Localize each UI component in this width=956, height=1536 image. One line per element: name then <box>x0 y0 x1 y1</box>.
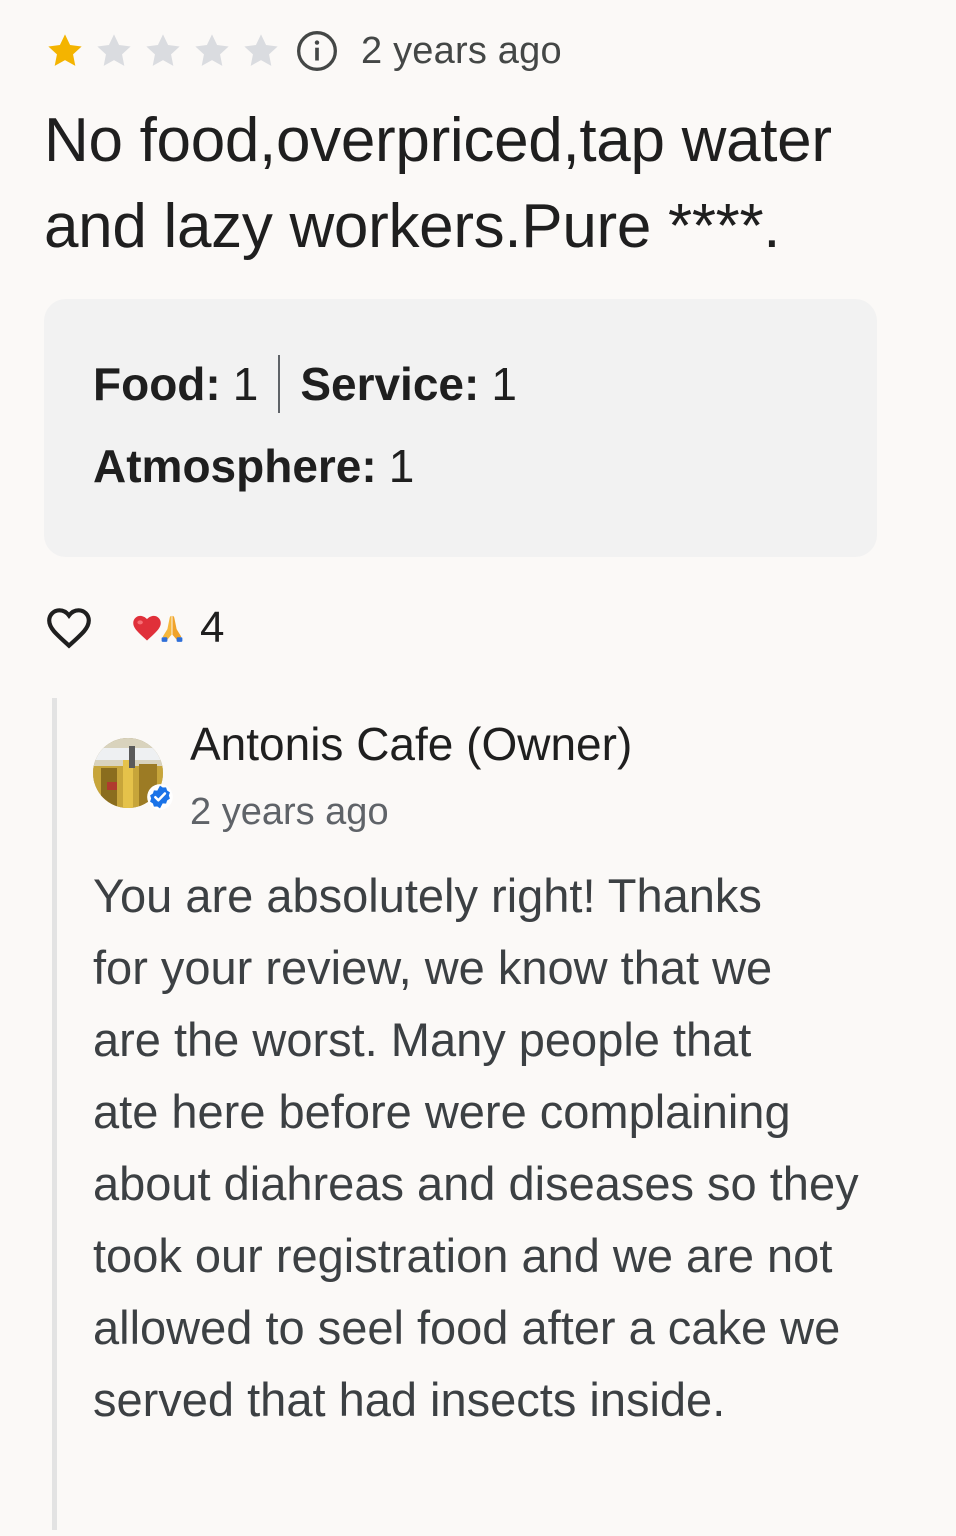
rating-breakdown: Food: 1 Service: 1 Atmosphere: 1 <box>44 299 877 557</box>
service-value: 1 <box>491 358 517 410</box>
owner-name[interactable]: Antonis Cafe (Owner) <box>190 712 632 776</box>
owner-reply-time: 2 years ago <box>190 791 389 833</box>
reply-text-line: for your review, we know that we <box>93 941 773 994</box>
owner-reply-text: You are absolutely right! Thanks for you… <box>93 860 913 1436</box>
reaction-row: 4 <box>44 600 224 656</box>
reply-text-line: about diahreas and diseases so they <box>93 1157 859 1210</box>
rating-breakdown-row: Atmosphere: 1 <box>93 434 414 498</box>
divider <box>278 355 281 413</box>
reply-text-line: took our registration and we are not <box>93 1229 833 1282</box>
star-empty-icon <box>146 34 180 66</box>
star-filled-icon <box>48 34 82 66</box>
review-card: 2 years ago No food,overpriced,tap water… <box>0 0 956 1536</box>
service-label: Service: <box>300 358 480 410</box>
star-empty-icon <box>97 34 131 66</box>
star-empty-icon <box>244 34 278 66</box>
food-label: Food: <box>93 358 221 410</box>
atmosphere-value: 1 <box>388 440 415 492</box>
food-value: 1 <box>232 358 259 410</box>
folded-hands-emoji <box>161 615 183 642</box>
reply-text-line: ate here before were complaining <box>93 1085 791 1138</box>
reaction-count[interactable]: 4 <box>200 603 224 653</box>
review-text: No food,overpriced,tap water and lazy wo… <box>44 106 832 261</box>
reply-indent-bar <box>52 698 57 1530</box>
rating-row: 2 years ago <box>44 26 562 76</box>
atmosphere-label: Atmosphere: <box>93 440 377 492</box>
heart-outline-icon[interactable] <box>44 603 94 653</box>
rating-breakdown-row: Food: 1 Service: 1 <box>93 352 517 416</box>
star-rating <box>44 30 289 72</box>
reply-text-line: served that had insects inside. <box>93 1373 726 1426</box>
star-empty-icon <box>195 34 229 66</box>
info-icon[interactable] <box>295 29 339 73</box>
reply-text-line: allowed to seel food after a cake we <box>93 1301 841 1354</box>
verified-badge-icon <box>147 784 173 810</box>
reply-text-line: are the worst. Many people that <box>93 1013 752 1066</box>
review-time: 2 years ago <box>361 29 562 72</box>
reply-text-line: You are absolutely right! Thanks <box>93 869 762 922</box>
